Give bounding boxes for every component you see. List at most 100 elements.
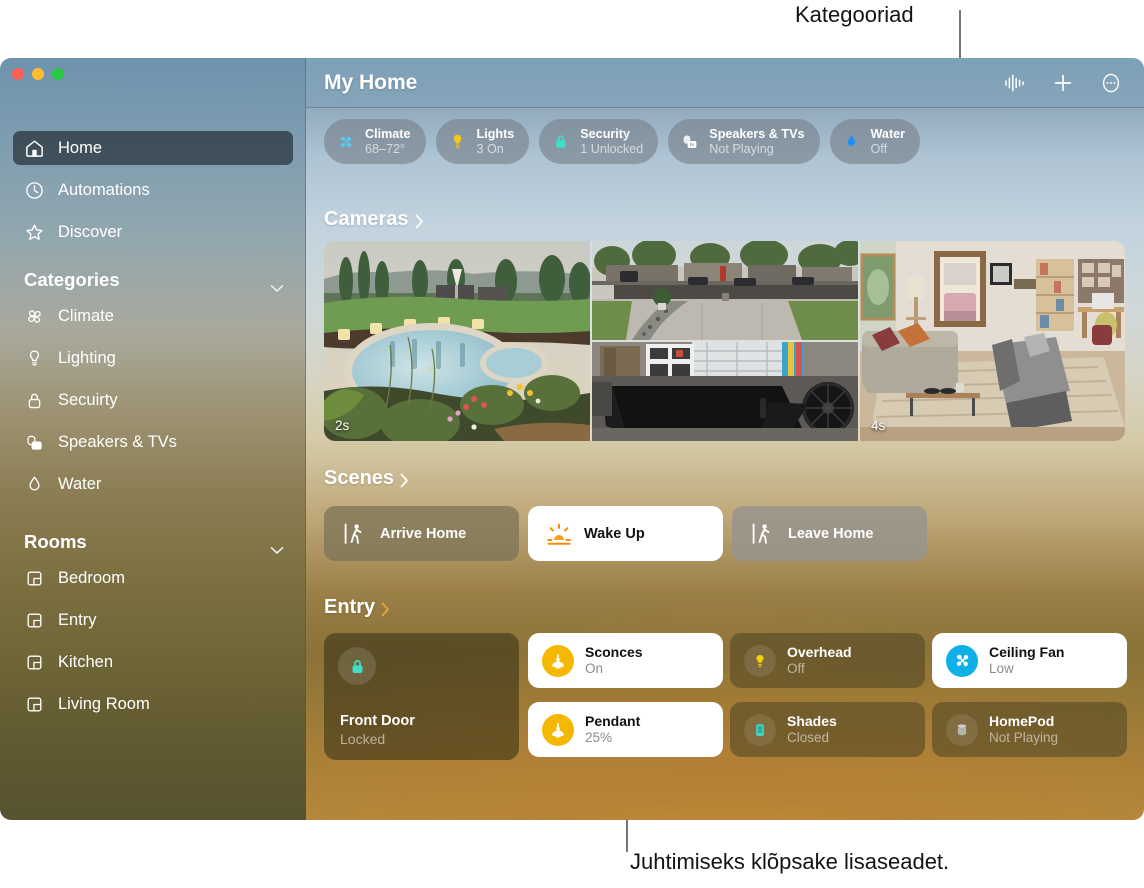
chevron-right-icon [381,600,390,615]
accessory-title: Pendant [585,713,640,730]
accessory-status: Low [989,661,1064,677]
minimize-window-button[interactable] [32,68,44,80]
lock-icon [24,390,45,411]
speaker-tv-icon: tv [680,131,700,153]
sidebar-item-discover[interactable]: Discover [13,215,293,249]
room-icon [24,568,45,589]
clock-icon [24,180,45,201]
scene-label: Wake Up [584,526,645,542]
homepod-icon [946,714,978,746]
pill-title: Water [871,127,906,141]
star-icon [24,222,45,243]
lock-icon [338,647,376,685]
pill-title: Lights [477,127,515,141]
accessory-pendant[interactable]: Pendant 25% [528,702,723,757]
speaker-tv-icon: tv [24,432,45,453]
add-icon[interactable] [1050,70,1076,96]
sidebar-item-label: Water [58,475,101,494]
chevron-right-icon [400,471,409,486]
pill-status: Not Playing [709,142,804,156]
pill-status: Off [871,142,906,156]
sidebar-item-lighting[interactable]: Lighting [13,341,293,375]
siri-waveform-icon[interactable] [1002,70,1028,96]
sidebar-item-entry[interactable]: Entry [13,603,293,637]
category-pill-security[interactable]: Security 1 Unlocked [539,119,658,164]
accessory-front-door[interactable]: Front Door Locked [324,633,519,760]
fan-icon [336,131,356,153]
pill-title: Climate [365,127,411,141]
walking-person-icon [342,521,368,547]
room-icon [24,610,45,631]
sidebar-item-label: Home [58,139,102,158]
sidebar-item-label: Automations [58,181,150,200]
sidebar-item-speakers-tvs[interactable]: tv Speakers & TVs [13,425,293,459]
chevron-down-icon[interactable] [270,538,284,547]
accessory-homepod[interactable]: HomePod Not Playing [932,702,1127,757]
sunrise-icon [546,521,572,547]
sidebar-item-label: Climate [58,307,114,326]
category-pill-lights[interactable]: Lights 3 On [436,119,530,164]
sidebar-item-label: Lighting [58,349,116,368]
scene-label: Leave Home [788,526,873,542]
accessory-status: Closed [787,730,837,746]
category-pill-speakers-tvs[interactable]: tv Speakers & TVs Not Playing [668,119,819,164]
pill-title: Speakers & TVs [709,127,804,141]
sidebar-section-categories[interactable]: Categories [24,269,284,291]
camera-tile-driveway[interactable]: 3s [592,241,858,340]
sidebar-item-bedroom[interactable]: Bedroom [13,561,293,595]
accessory-title: HomePod [989,713,1058,730]
scene-leave-home[interactable]: Leave Home [732,506,927,561]
sidebar-item-automations[interactable]: Automations [13,173,293,207]
accessory-status: 25% [585,730,640,746]
chevron-down-icon[interactable] [270,276,284,285]
section-label: Entry [324,596,375,619]
camera-timestamp: 2s [335,418,349,433]
camera-tile-pool[interactable]: 2s [324,241,590,441]
accessory-title: Sconces [585,644,643,661]
sidebar-item-kitchen[interactable]: Kitchen [13,645,293,679]
sidebar-item-security[interactable]: Secuirty [13,383,293,417]
sidebar-item-label: Secuirty [58,391,118,410]
accessory-status: Locked [340,731,415,749]
camera-tile-living-room[interactable]: 4s [860,241,1125,441]
scene-wake-up[interactable]: Wake Up [528,506,723,561]
section-label: Scenes [324,467,394,490]
lock-icon [551,131,571,153]
room-icon [24,694,45,715]
scene-arrive-home[interactable]: Arrive Home [324,506,519,561]
bulb-icon [24,348,45,369]
category-pill-water[interactable]: Water Off [830,119,921,164]
walking-person-icon [750,521,776,547]
sidebar-item-home[interactable]: Home [13,131,293,165]
section-header-entry[interactable]: Entry [324,596,390,619]
close-window-button[interactable] [12,68,24,80]
accessory-overhead[interactable]: Overhead Off [730,633,925,688]
section-header-cameras[interactable]: Cameras [324,208,424,231]
callout-label-accessory: Juhtimiseks klõpsake lisaseadet. [630,849,949,875]
sidebar-section-rooms[interactable]: Rooms [24,531,284,553]
toolbar: My Home [306,58,1144,108]
pill-title: Security [580,127,643,141]
accessory-status: Off [787,661,852,677]
accessory-ceiling-fan[interactable]: Ceiling Fan Low [932,633,1127,688]
category-pill-climate[interactable]: Climate 68–72° [324,119,426,164]
page-title: My Home [324,71,417,95]
sidebar-item-living-room[interactable]: Living Room [13,687,293,721]
sidebar-item-climate[interactable]: Climate [13,299,293,333]
sidebar-item-label: Entry [58,611,97,630]
sidebar-item-water[interactable]: Water [13,467,293,501]
maximize-window-button[interactable] [52,68,64,80]
camera-tile-garage[interactable]: 1s [592,342,858,441]
sidebar: Home Automations Disc [0,58,306,820]
section-header-scenes[interactable]: Scenes [324,467,409,490]
accessory-sconces[interactable]: Sconces On [528,633,723,688]
pendant-lamp-icon [542,645,574,677]
pill-status: 1 Unlocked [580,142,643,156]
pill-status: 68–72° [365,142,411,156]
accessory-shades[interactable]: Shades Closed [730,702,925,757]
fan-icon [946,645,978,677]
sidebar-nav: Home Automations Disc [0,131,306,729]
accessory-title: Front Door [340,712,415,730]
more-options-icon[interactable] [1098,70,1124,96]
main-content: My Home [306,58,1144,820]
